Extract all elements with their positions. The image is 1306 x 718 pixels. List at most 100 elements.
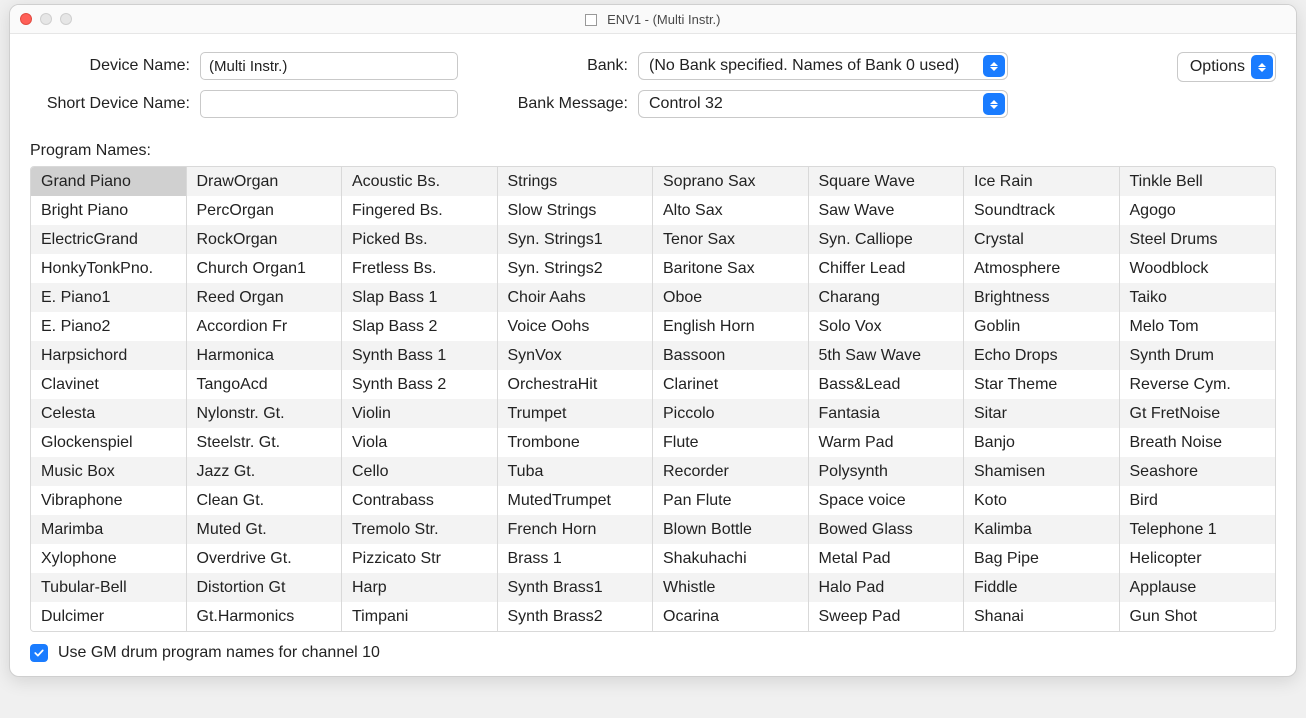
program-cell[interactable]: Violin bbox=[342, 399, 497, 428]
program-cell[interactable]: Music Box bbox=[31, 457, 186, 486]
program-cell[interactable]: Viola bbox=[342, 428, 497, 457]
program-cell[interactable]: Steel Drums bbox=[1120, 225, 1276, 254]
program-cell[interactable]: Shakuhachi bbox=[653, 544, 808, 573]
program-cell[interactable]: Contrabass bbox=[342, 486, 497, 515]
short-device-name-input[interactable] bbox=[200, 90, 458, 118]
program-cell[interactable]: Brightness bbox=[964, 283, 1119, 312]
program-cell[interactable]: Harp bbox=[342, 573, 497, 602]
program-cell[interactable]: Reed Organ bbox=[187, 283, 342, 312]
program-cell[interactable]: Synth Drum bbox=[1120, 341, 1276, 370]
program-cell[interactable]: Flute bbox=[653, 428, 808, 457]
gm-checkbox[interactable] bbox=[30, 644, 48, 662]
program-cell[interactable]: SynVox bbox=[498, 341, 653, 370]
program-cell[interactable]: Syn. Calliope bbox=[809, 225, 964, 254]
program-cell[interactable]: Saw Wave bbox=[809, 196, 964, 225]
minimize-icon[interactable] bbox=[40, 13, 52, 25]
program-cell[interactable]: Square Wave bbox=[809, 167, 964, 196]
program-cell[interactable]: Pizzicato Str bbox=[342, 544, 497, 573]
program-cell[interactable]: Strings bbox=[498, 167, 653, 196]
program-cell[interactable]: Helicopter bbox=[1120, 544, 1276, 573]
program-cell[interactable]: Sitar bbox=[964, 399, 1119, 428]
program-cell[interactable]: HonkyTonkPno. bbox=[31, 254, 186, 283]
program-cell[interactable]: Gun Shot bbox=[1120, 602, 1276, 631]
program-cell[interactable]: Dulcimer bbox=[31, 602, 186, 631]
program-cell[interactable]: Distortion Gt bbox=[187, 573, 342, 602]
program-cell[interactable]: Bag Pipe bbox=[964, 544, 1119, 573]
program-cell[interactable]: MutedTrumpet bbox=[498, 486, 653, 515]
program-cell[interactable]: Bassoon bbox=[653, 341, 808, 370]
close-icon[interactable] bbox=[20, 13, 32, 25]
program-cell[interactable]: Tuba bbox=[498, 457, 653, 486]
program-cell[interactable]: PercOrgan bbox=[187, 196, 342, 225]
program-cell[interactable]: Melo Tom bbox=[1120, 312, 1276, 341]
program-cell[interactable]: Recorder bbox=[653, 457, 808, 486]
program-cell[interactable]: Marimba bbox=[31, 515, 186, 544]
program-cell[interactable]: Space voice bbox=[809, 486, 964, 515]
options-menu[interactable]: Options bbox=[1177, 52, 1276, 82]
program-cell[interactable]: DrawOrgan bbox=[187, 167, 342, 196]
program-cell[interactable]: Reverse Cym. bbox=[1120, 370, 1276, 399]
program-cell[interactable]: Alto Sax bbox=[653, 196, 808, 225]
program-cell[interactable]: Xylophone bbox=[31, 544, 186, 573]
program-cell[interactable]: Trombone bbox=[498, 428, 653, 457]
program-cell[interactable]: E. Piano1 bbox=[31, 283, 186, 312]
program-cell[interactable]: French Horn bbox=[498, 515, 653, 544]
program-cell[interactable]: Bright Piano bbox=[31, 196, 186, 225]
program-cell[interactable]: Syn. Strings1 bbox=[498, 225, 653, 254]
program-cell[interactable]: English Horn bbox=[653, 312, 808, 341]
program-cell[interactable]: Shanai bbox=[964, 602, 1119, 631]
program-cell[interactable]: OrchestraHit bbox=[498, 370, 653, 399]
program-cell[interactable]: Tremolo Str. bbox=[342, 515, 497, 544]
program-cell[interactable]: Clarinet bbox=[653, 370, 808, 399]
program-cell[interactable]: Acoustic Bs. bbox=[342, 167, 497, 196]
program-cell[interactable]: Piccolo bbox=[653, 399, 808, 428]
program-cell[interactable]: Harmonica bbox=[187, 341, 342, 370]
program-cell[interactable]: Slap Bass 1 bbox=[342, 283, 497, 312]
program-cell[interactable]: RockOrgan bbox=[187, 225, 342, 254]
program-cell[interactable]: Goblin bbox=[964, 312, 1119, 341]
program-cell[interactable]: Voice Oohs bbox=[498, 312, 653, 341]
program-cell[interactable]: Fantasia bbox=[809, 399, 964, 428]
program-cell[interactable]: Woodblock bbox=[1120, 254, 1276, 283]
program-cell[interactable]: Slap Bass 2 bbox=[342, 312, 497, 341]
program-cell[interactable]: Steelstr. Gt. bbox=[187, 428, 342, 457]
program-cell[interactable]: Slow Strings bbox=[498, 196, 653, 225]
program-cell[interactable]: Cello bbox=[342, 457, 497, 486]
program-cell[interactable]: Echo Drops bbox=[964, 341, 1119, 370]
program-cell[interactable]: TangoAcd bbox=[187, 370, 342, 399]
program-cell[interactable]: ElectricGrand bbox=[31, 225, 186, 254]
program-cell[interactable]: Ice Rain bbox=[964, 167, 1119, 196]
program-cell[interactable]: Gt FretNoise bbox=[1120, 399, 1276, 428]
program-cell[interactable]: Chiffer Lead bbox=[809, 254, 964, 283]
program-cell[interactable]: Vibraphone bbox=[31, 486, 186, 515]
program-cell[interactable]: Syn. Strings2 bbox=[498, 254, 653, 283]
program-cell[interactable]: 5th Saw Wave bbox=[809, 341, 964, 370]
program-cell[interactable]: Nylonstr. Gt. bbox=[187, 399, 342, 428]
program-cell[interactable]: Kalimba bbox=[964, 515, 1119, 544]
program-cell[interactable]: Trumpet bbox=[498, 399, 653, 428]
program-cell[interactable]: Solo Vox bbox=[809, 312, 964, 341]
program-cell[interactable]: Taiko bbox=[1120, 283, 1276, 312]
program-cell[interactable]: Polysynth bbox=[809, 457, 964, 486]
program-cell[interactable]: Breath Noise bbox=[1120, 428, 1276, 457]
program-cell[interactable]: Clean Gt. bbox=[187, 486, 342, 515]
program-cell[interactable]: Halo Pad bbox=[809, 573, 964, 602]
program-cell[interactable]: Warm Pad bbox=[809, 428, 964, 457]
program-cell[interactable]: Blown Bottle bbox=[653, 515, 808, 544]
program-cell[interactable]: Celesta bbox=[31, 399, 186, 428]
program-cell[interactable]: Oboe bbox=[653, 283, 808, 312]
program-cell[interactable]: Koto bbox=[964, 486, 1119, 515]
program-cell[interactable]: Seashore bbox=[1120, 457, 1276, 486]
program-cell[interactable]: Metal Pad bbox=[809, 544, 964, 573]
program-cell[interactable]: Bird bbox=[1120, 486, 1276, 515]
program-cell[interactable]: Soundtrack bbox=[964, 196, 1119, 225]
program-cell[interactable]: Bass&Lead bbox=[809, 370, 964, 399]
program-cell[interactable]: Baritone Sax bbox=[653, 254, 808, 283]
program-cell[interactable]: Fingered Bs. bbox=[342, 196, 497, 225]
program-cell[interactable]: Fiddle bbox=[964, 573, 1119, 602]
program-cell[interactable]: Pan Flute bbox=[653, 486, 808, 515]
program-cell[interactable]: Sweep Pad bbox=[809, 602, 964, 631]
program-cell[interactable]: Grand Piano bbox=[31, 167, 186, 196]
program-cell[interactable]: Applause bbox=[1120, 573, 1276, 602]
program-cell[interactable]: Picked Bs. bbox=[342, 225, 497, 254]
